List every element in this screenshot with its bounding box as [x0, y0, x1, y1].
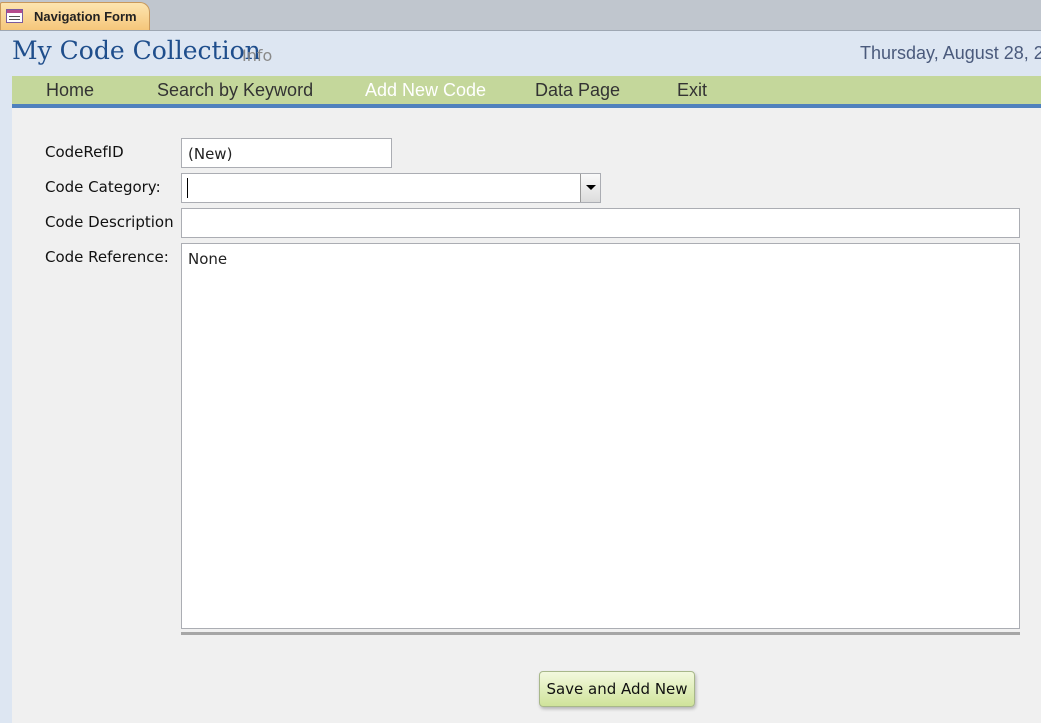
document-tab-strip: Navigation Form — [0, 0, 1041, 31]
date-display: Thursday, August 28, 2 — [860, 43, 1041, 63]
nav-home[interactable]: Home — [46, 80, 94, 101]
add-code-form: CodeRefID (New) Code Category: Code Desc… — [12, 108, 1041, 723]
tab-label: Navigation Form — [34, 9, 137, 24]
coderefid-field[interactable]: (New) — [181, 138, 392, 168]
form-icon — [6, 9, 23, 23]
navigation-bar: Home Search by Keyword Add New Code Data… — [12, 76, 1041, 108]
divider-line — [181, 632, 1020, 635]
info-label: Info — [242, 46, 273, 65]
dropdown-arrow-icon[interactable] — [580, 174, 600, 202]
code-category-label: Code Category: — [45, 178, 161, 196]
code-reference-label: Code Reference: — [45, 248, 169, 266]
text-caret — [187, 178, 188, 198]
save-and-add-new-button[interactable]: Save and Add New — [539, 671, 695, 707]
form-header: My Code Collection Info Thursday, August… — [0, 31, 1041, 76]
nav-data-page[interactable]: Data Page — [535, 80, 620, 101]
code-description-field[interactable] — [181, 208, 1020, 238]
code-description-label: Code Description — [45, 213, 174, 231]
nav-search-by-keyword[interactable]: Search by Keyword — [157, 80, 313, 101]
tab-navigation-form[interactable]: Navigation Form — [0, 2, 150, 30]
coderefid-value: (New) — [188, 145, 233, 163]
nav-exit[interactable]: Exit — [677, 80, 707, 101]
page-title: My Code Collection — [12, 36, 261, 65]
code-reference-value: None — [188, 250, 228, 268]
nav-add-new-code[interactable]: Add New Code — [365, 80, 486, 101]
code-category-combo[interactable] — [181, 173, 601, 203]
code-reference-textarea[interactable]: None — [181, 243, 1020, 629]
coderefid-label: CodeRefID — [45, 143, 124, 161]
